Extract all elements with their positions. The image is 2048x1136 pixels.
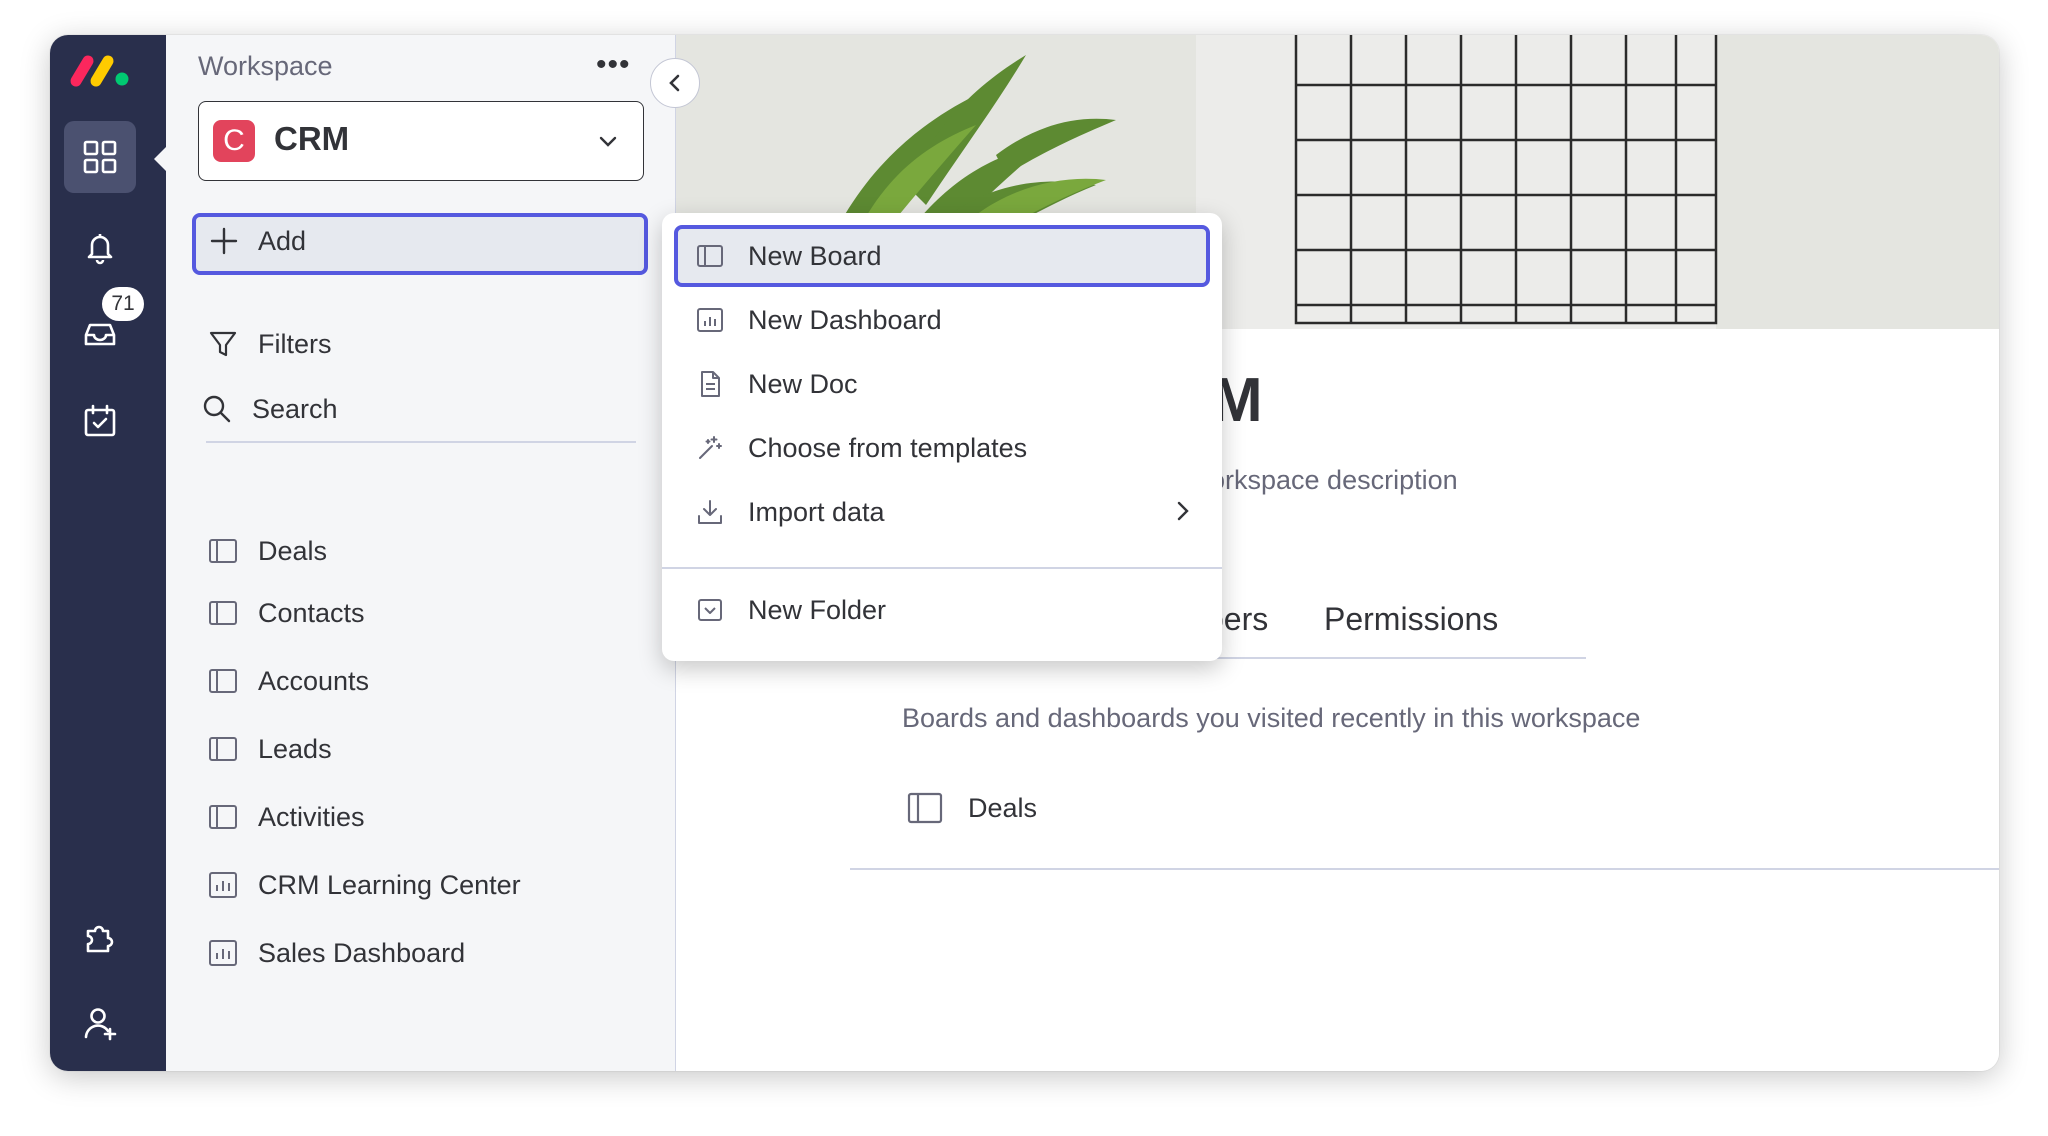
menu-choose-from-templates[interactable]: Choose from templates [674,417,1210,479]
chevron-right-icon [1177,501,1189,521]
folder-icon [698,599,722,621]
bell-icon [87,234,113,265]
doc-icon [701,371,720,397]
dashboard-item-crm-learning-center[interactable]: CRM Learning Center [206,860,521,910]
menu-import-data[interactable]: Import data [674,481,1210,543]
dashboard-icon [209,940,237,966]
recent-item-label: Deals [968,792,1038,823]
board-label: Leads [258,733,332,764]
left-rail: 71 [50,35,166,1071]
workspaces-button[interactable] [64,121,136,193]
active-pointer [154,147,166,171]
recent-divider [850,868,1999,870]
workspaces-icon [83,140,117,174]
dashboard-label: Sales Dashboard [258,937,466,968]
filter-icon [209,331,237,357]
menu-item-label: New Board [748,240,882,271]
board-icon [209,737,237,761]
invite-members-button[interactable] [64,987,136,1059]
board-item-leads[interactable]: Leads [206,724,332,774]
menu-item-label: New Folder [748,594,887,625]
add-button[interactable]: Add [192,213,648,275]
board-item-contacts[interactable]: Contacts [206,588,365,638]
board-icon [697,245,723,267]
board-icon [209,805,237,829]
inbox-badge: 71 [102,287,144,321]
menu-divider [662,567,1222,569]
collapse-panel-button[interactable] [650,58,700,108]
menu-new-doc[interactable]: New Doc [674,353,1210,415]
plus-icon [210,227,238,255]
board-icon [209,669,237,693]
download-icon [698,500,722,524]
dashboard-icon [697,308,723,332]
add-menu: New Board New Dashboard New Doc Choose f… [662,213,1222,661]
panel-divider [206,441,636,443]
workspace-more-button[interactable]: ••• [596,50,642,80]
workspace-tabs: bers Permissions [1206,601,1586,659]
menu-new-board[interactable]: New Board [674,225,1210,287]
notifications-button[interactable] [64,211,136,283]
chevron-down-icon [599,136,617,147]
app-window: 71 Workspace ••• C CRM Add Filters Searc… [50,35,1999,1071]
menu-new-folder[interactable]: New Folder [674,579,1210,641]
board-icon [209,539,237,563]
menu-item-label: Import data [748,496,885,527]
workspace-label: Workspace [198,51,333,81]
search-icon [203,395,231,423]
add-user-icon [84,1008,117,1041]
board-label: Deals [258,535,328,566]
add-label: Add [258,225,307,256]
dashboard-label: CRM Learning Center [258,869,521,900]
menu-item-label: New Dashboard [748,304,942,335]
apps-button[interactable] [64,901,136,973]
calendar-check-icon [84,404,116,437]
filters-label: Filters [258,328,332,359]
recent-description: Boards and dashboards you visited recent… [902,703,1641,733]
menu-item-label: New Doc [748,368,858,399]
puzzle-icon [86,925,114,953]
board-item-accounts[interactable]: Accounts [206,656,369,706]
board-label: Contacts [258,597,365,628]
board-item-activities[interactable]: Activities [206,792,365,842]
filters-button[interactable]: Filters [206,319,332,369]
workspace-selector[interactable]: C CRM [198,101,644,181]
dashboard-icon [209,872,237,898]
recent-item-deals[interactable]: Deals [906,789,1037,827]
board-label: Accounts [258,665,370,696]
menu-item-label: Choose from templates [748,432,1028,463]
workspace-panel: Workspace ••• C CRM Add Filters Search D… [166,35,676,1071]
board-item-deals[interactable]: Deals [206,526,327,576]
dashboard-item-sales-dashboard[interactable]: Sales Dashboard [206,928,465,978]
search-label: Search [252,393,338,424]
tab-permissions[interactable]: Permissions [1324,601,1498,638]
chevron-left-icon [669,74,680,92]
search-button[interactable]: Search [200,384,338,434]
monday-logo[interactable] [68,49,138,89]
my-work-button[interactable] [64,385,136,457]
workspace-avatar: C [213,120,255,162]
workspace-name: CRM [274,120,350,157]
board-icon [209,601,237,625]
board-icon [907,792,943,824]
magic-wand-icon [699,436,722,459]
workspace-description[interactable]: orkspace description [1210,465,1458,496]
board-label: Activities [258,801,365,832]
menu-new-dashboard[interactable]: New Dashboard [674,289,1210,351]
